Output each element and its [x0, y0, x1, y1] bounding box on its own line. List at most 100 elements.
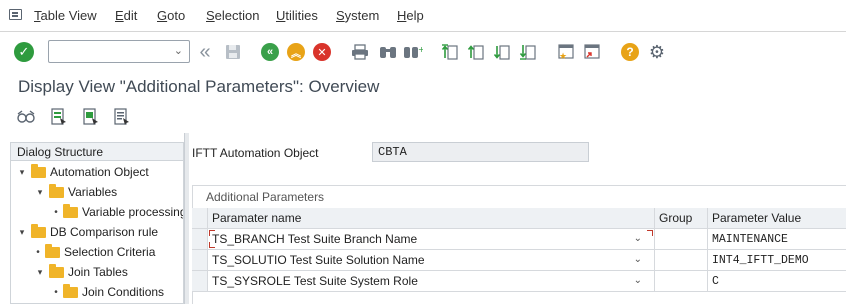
back-green-icon[interactable]: «: [261, 43, 279, 61]
help-icon[interactable]: ?: [621, 43, 639, 61]
create-session-icon[interactable]: ★: [556, 42, 576, 62]
menu-bar: Table View Edit Goto Selection Utilities…: [0, 0, 846, 32]
exit-icon[interactable]: ︽: [287, 43, 305, 61]
tree-item-join-tables[interactable]: ▾ Join Tables: [33, 263, 128, 281]
tree-item-selection-criteria[interactable]: • Selection Criteria: [33, 243, 155, 261]
save-icon[interactable]: [224, 43, 242, 61]
last-page-icon[interactable]: [518, 42, 538, 62]
select-all-column-button[interactable]: [192, 208, 208, 229]
table-row: TS_BRANCH Test Suite Branch Name ⌄ MAINT…: [192, 229, 846, 250]
parameter-name-value: TS_SYSROLE Test Suite System Role: [212, 274, 418, 288]
deselect-all-icon[interactable]: [113, 107, 131, 127]
back-icon[interactable]: «: [196, 41, 214, 63]
next-page-icon[interactable]: [492, 42, 512, 62]
select-all-icon[interactable]: [50, 107, 68, 127]
object-label: IFTT Automation Object: [192, 146, 319, 160]
chevron-down-icon[interactable]: ⌄: [634, 254, 642, 265]
parameter-value-cell: C: [708, 271, 846, 292]
chevron-down-icon[interactable]: ⌄: [634, 233, 642, 244]
parameter-name-dropdown[interactable]: TS_BRANCH Test Suite Branch Name ⌄: [208, 229, 655, 250]
chevron-down-icon[interactable]: ⌄: [174, 44, 183, 57]
svg-text:★: ★: [559, 52, 567, 61]
folder-icon: [31, 163, 46, 178]
shortcut-icon[interactable]: [582, 42, 602, 62]
bullet-icon: •: [54, 286, 58, 298]
chevron-down-icon[interactable]: ▾: [15, 167, 29, 178]
chevron-down-icon[interactable]: ▾: [15, 227, 29, 238]
cancel-icon[interactable]: ✕: [313, 43, 331, 61]
find-next-icon[interactable]: +: [402, 42, 424, 62]
column-header-parameter-value[interactable]: Parameter Value: [708, 208, 846, 229]
row-selector[interactable]: [192, 229, 208, 250]
tree-item-db-comparison-rule[interactable]: ▾ DB Comparison rule: [15, 223, 158, 241]
section-title: Additional Parameters: [206, 190, 325, 204]
group-cell: [655, 271, 708, 292]
menu-edit[interactable]: Edit: [115, 8, 137, 23]
tree-item-label: Join Conditions: [82, 285, 165, 299]
row-selector[interactable]: [192, 250, 208, 271]
panel-splitter[interactable]: [184, 133, 189, 304]
group-cell: [655, 229, 708, 250]
settings-icon[interactable]: ⚙: [647, 41, 667, 63]
application-toolbar: [0, 104, 846, 130]
table-row: TS_SOLUTIO Test Suite Solution Name ⌄ IN…: [192, 250, 846, 271]
parameter-name-dropdown[interactable]: TS_SOLUTIO Test Suite Solution Name ⌄: [208, 250, 655, 271]
parameter-name-dropdown[interactable]: TS_SYSROLE Test Suite System Role ⌄: [208, 271, 655, 292]
menu-goto[interactable]: Goto: [157, 8, 185, 23]
tree-item-variable-processing[interactable]: • Variable processing: [51, 203, 184, 221]
menu-utilities[interactable]: Utilities: [276, 8, 318, 23]
enter-icon[interactable]: ✓: [14, 42, 34, 62]
tree-item-label: DB Comparison rule: [50, 225, 159, 239]
first-page-icon[interactable]: [440, 42, 460, 62]
parameter-name-value: TS_BRANCH Test Suite Branch Name: [212, 232, 418, 246]
previous-page-icon[interactable]: [466, 42, 486, 62]
parameter-name-value: TS_SOLUTIO Test Suite Solution Name: [212, 253, 425, 267]
row-selector[interactable]: [192, 271, 208, 292]
focus-corner: [209, 242, 215, 248]
command-input[interactable]: [49, 41, 167, 62]
column-header-group[interactable]: Group: [655, 208, 708, 229]
tree-item-label: Join Tables: [68, 265, 128, 279]
group-cell: [655, 250, 708, 271]
svg-text:+: +: [418, 45, 423, 54]
chevron-down-icon[interactable]: ▾: [33, 187, 47, 198]
find-icon[interactable]: [378, 42, 398, 62]
tree-item-join-conditions[interactable]: • Join Conditions: [51, 283, 164, 301]
tree-item-variables[interactable]: ▾ Variables: [33, 183, 117, 201]
print-icon[interactable]: [350, 42, 370, 62]
table-header-row: Paramater name Group Parameter Value: [192, 208, 846, 229]
tree-header: Dialog Structure: [11, 143, 183, 161]
object-field: CBTA: [372, 142, 589, 162]
tree-item-label: Automation Object: [50, 165, 149, 179]
folder-icon: [49, 183, 64, 198]
command-field[interactable]: ⌄: [48, 40, 190, 63]
bullet-icon: •: [36, 246, 40, 258]
dialog-structure-panel: Dialog Structure ▾ Automation Object ▾ V…: [10, 142, 184, 304]
folder-icon: [31, 223, 46, 238]
focus-corner: [209, 230, 215, 236]
bullet-icon: •: [54, 206, 58, 218]
tree-item-label: Variable processing: [82, 205, 184, 219]
page-title: Display View "Additional Parameters": Ov…: [18, 77, 380, 96]
display-changes-icon[interactable]: [16, 108, 36, 126]
column-header-parameter-name[interactable]: Paramater name: [208, 208, 655, 229]
menu-selection[interactable]: Selection: [206, 8, 259, 23]
table-row: TS_SYSROLE Test Suite System Role ⌄ C: [192, 271, 846, 292]
chevron-down-icon[interactable]: ⌄: [634, 275, 642, 286]
parameter-value-cell: INT4_IFTT_DEMO: [708, 250, 846, 271]
parameter-value-cell: MAINTENANCE: [708, 229, 846, 250]
folder-icon: [63, 283, 78, 298]
folder-icon: [45, 243, 60, 258]
focus-corner: [647, 230, 653, 236]
menu-table-view[interactable]: Table View: [34, 8, 97, 23]
app-menu-icon[interactable]: [9, 9, 22, 20]
menu-system[interactable]: System: [336, 8, 379, 23]
chevron-down-icon[interactable]: ▾: [33, 267, 47, 278]
tree-item-automation-object[interactable]: ▾ Automation Object: [15, 163, 149, 181]
menu-help[interactable]: Help: [397, 8, 424, 23]
tree-item-label: Selection Criteria: [64, 245, 156, 259]
folder-icon: [63, 203, 78, 218]
folder-icon: [49, 263, 64, 278]
select-block-icon[interactable]: [82, 107, 100, 127]
standard-toolbar: ✓ ⌄ « « ︽ ✕ + ★ ? ⚙: [0, 33, 846, 71]
